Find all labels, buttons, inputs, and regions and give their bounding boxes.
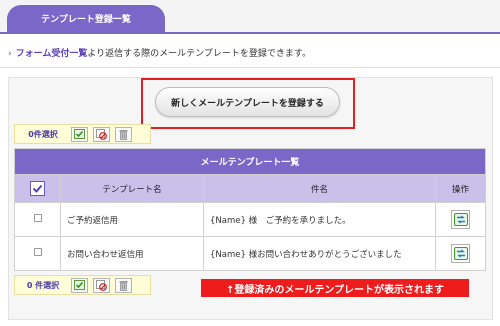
check-all-icon (74, 280, 85, 290)
header-select-all (14, 174, 61, 203)
check-all-icon (74, 129, 85, 139)
trash-icon (119, 280, 128, 291)
check-all-button[interactable] (71, 277, 88, 293)
selected-count: 0件選択 (28, 129, 58, 139)
check-all-button[interactable] (71, 126, 88, 142)
row-checkbox[interactable] (33, 248, 42, 256)
table-row: お問い合わせ返信用 {Name} 様お問い合わせありがとうございました (14, 236, 487, 271)
edit-icon (453, 247, 468, 260)
header-action: 操作 (434, 174, 487, 203)
new-template-button[interactable]: 新しくメールテンプレートを登録する (155, 87, 340, 117)
uncheck-all-icon (96, 279, 107, 291)
uncheck-all-icon (96, 128, 107, 140)
template-subject: {Name} 様 ご予約を承りました。 (203, 202, 436, 237)
page-title: テンプレート登録一覧 (41, 15, 131, 25)
annotation-text: ↑登録済みのメールテンプレートが表示されます (225, 284, 445, 296)
edit-button[interactable] (451, 244, 471, 263)
checkmark-icon (32, 184, 43, 193)
uncheck-all-button[interactable] (93, 126, 110, 142)
selected-count: 0 件選択 (26, 280, 60, 290)
uncheck-all-button[interactable] (93, 277, 110, 293)
table-row: ご予約返信用 {Name} 様 ご予約を承りました。 (14, 202, 487, 237)
header-name: テンプレート名 (60, 174, 204, 203)
selection-bar-top: 0件選択 (14, 124, 151, 144)
table-caption: メールテンプレート一覧 (13, 148, 487, 175)
template-name: お問い合わせ返信用 (60, 236, 204, 271)
row-select-cell (14, 236, 61, 271)
header-subject: 件名 (203, 174, 436, 203)
trash-icon (119, 129, 128, 140)
row-select-cell (14, 202, 61, 237)
description-text: より返信する際のメールテンプレートを登録できます。 (87, 49, 311, 59)
delete-button[interactable] (115, 126, 132, 142)
row-checkbox[interactable] (33, 214, 42, 222)
page-title-tab: テンプレート登録一覧 (7, 5, 165, 32)
delete-button[interactable] (115, 277, 132, 293)
header-area: テンプレート登録一覧 (0, 0, 500, 34)
form-list-link[interactable]: フォーム受付一覧 (16, 49, 88, 59)
divider (0, 67, 500, 68)
row-action-cell (434, 202, 487, 237)
selection-bar-bottom: 0 件選択 (14, 275, 151, 295)
edit-button[interactable] (451, 210, 471, 229)
select-all-checkbox[interactable] (30, 181, 45, 196)
template-name: ご予約返信用 (60, 202, 204, 237)
table-header-row: テンプレート名 件名 操作 (14, 174, 487, 203)
header-divider (0, 32, 500, 34)
template-subject: {Name} 様お問い合わせありがとうございました (203, 236, 436, 271)
description: › フォーム受付一覧より返信する際のメールテンプレートを登録できます。 (8, 46, 311, 59)
edit-icon (453, 213, 468, 226)
chevron-right-icon: › (8, 49, 12, 59)
template-table: メールテンプレート一覧 テンプレート名 件名 操作 ご予約返信用 {Name} … (13, 148, 487, 271)
row-action-cell (434, 236, 487, 271)
new-template-button-label: 新しくメールテンプレートを登録する (171, 98, 324, 109)
annotation-note: ↑登録済みのメールテンプレートが表示されます (201, 279, 469, 297)
